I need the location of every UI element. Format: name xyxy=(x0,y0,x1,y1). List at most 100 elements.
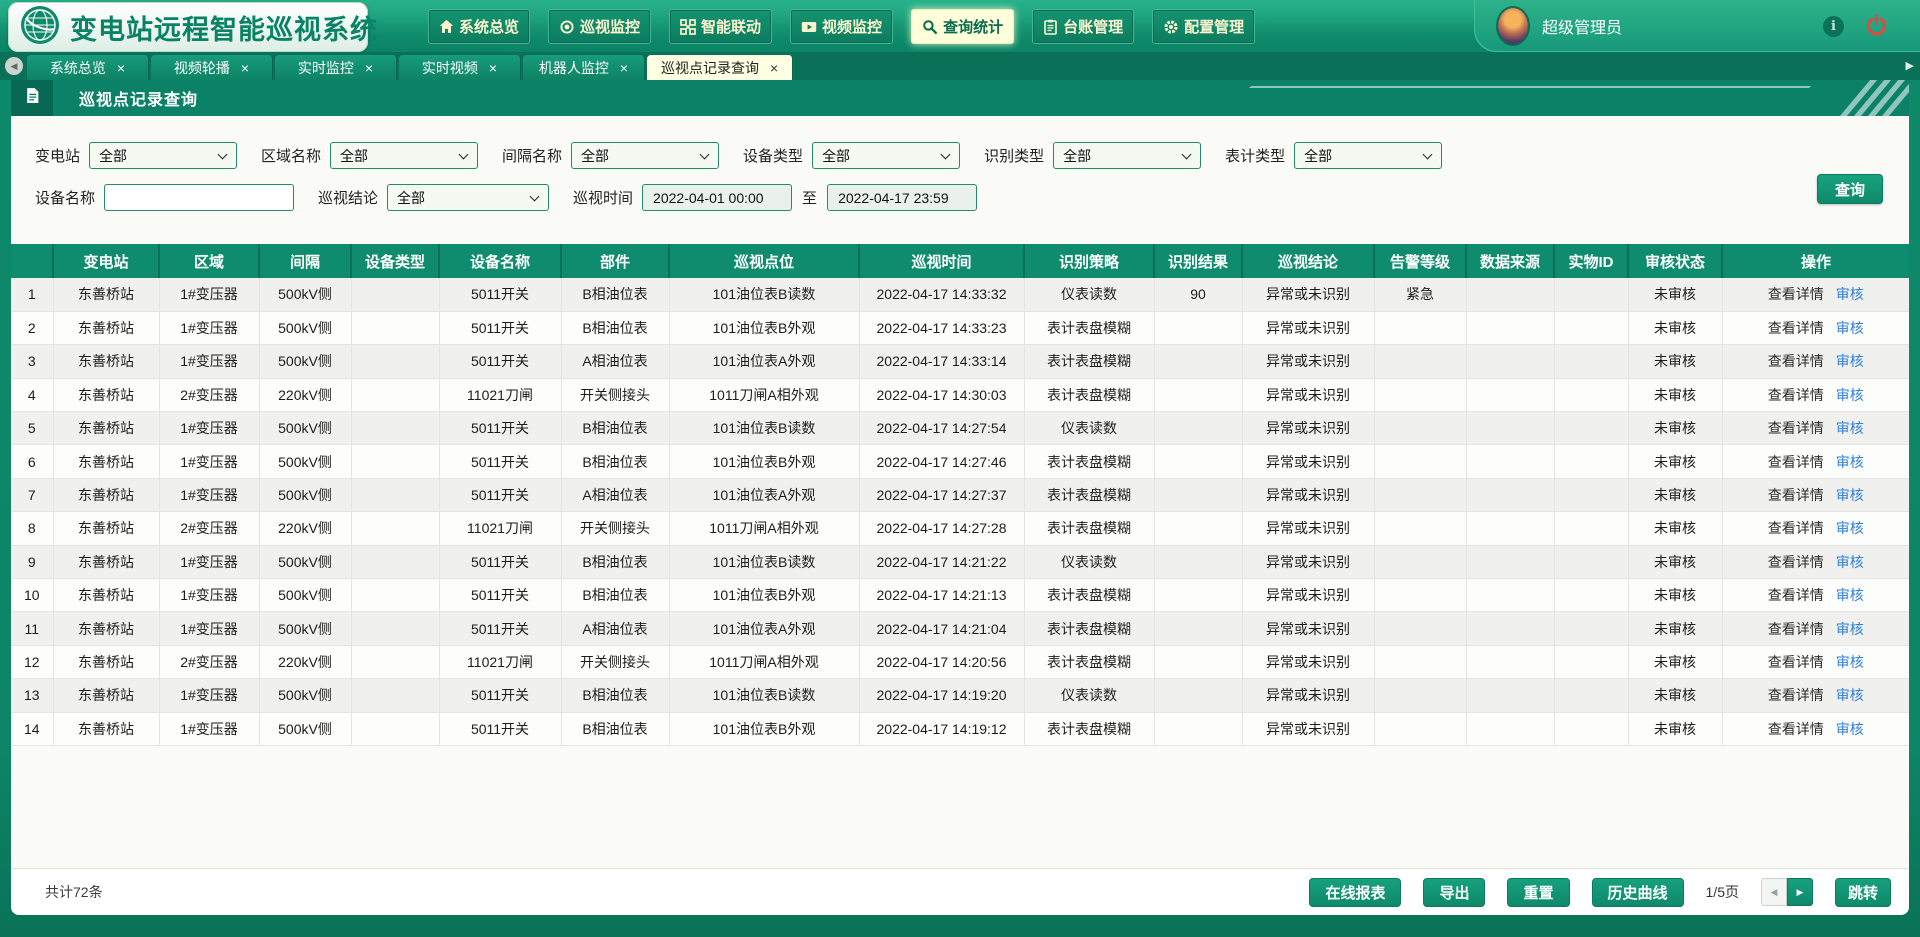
tab-scroll-left-icon[interactable]: ◀ xyxy=(5,57,23,75)
actions-cell: 查看详情审核 xyxy=(1722,412,1909,445)
tab-3[interactable]: 实时监控× xyxy=(275,55,397,80)
tab-6[interactable]: 巡视点记录查询× xyxy=(647,55,793,80)
cell: 101油位表B外观 xyxy=(669,445,859,478)
tab-scroll-right-icon[interactable]: ▶ xyxy=(1906,59,1914,72)
nav-button-6[interactable]: 台账管理 xyxy=(1032,9,1134,44)
table-row: 14东善桥站1#变压器500kV侧5011开关B相油位表101油位表B外观202… xyxy=(11,712,1909,745)
filter-select-5[interactable]: 全部 xyxy=(1053,142,1201,169)
video-icon xyxy=(801,19,817,35)
cell xyxy=(1554,345,1628,378)
cell xyxy=(351,311,439,344)
prev-page-icon[interactable]: ◀ xyxy=(1761,878,1787,906)
audit-link[interactable]: 审核 xyxy=(1836,320,1864,336)
table-row: 4东善桥站2#变压器220kV侧11021刀闸开关侧接头1011刀闸A相外观20… xyxy=(11,378,1909,411)
view-detail-link[interactable]: 查看详情 xyxy=(1768,454,1824,470)
nav-button-1[interactable]: 系统总览 xyxy=(428,9,530,44)
filter-select-4[interactable]: 全部 xyxy=(812,142,960,169)
tab-close-icon[interactable]: × xyxy=(241,61,249,75)
view-detail-link[interactable]: 查看详情 xyxy=(1768,320,1824,336)
time-from-input[interactable]: 2022-04-01 00:00 xyxy=(642,184,792,211)
table-row: 12东善桥站2#变压器220kV侧11021刀闸开关侧接头1011刀闸A相外观2… xyxy=(11,645,1909,678)
cell: B相油位表 xyxy=(561,545,669,578)
footer-button-1[interactable]: 在线报表 xyxy=(1309,878,1401,907)
tab-5[interactable]: 机器人监控 × xyxy=(523,55,645,80)
audit-link[interactable]: 审核 xyxy=(1836,387,1864,403)
nav-button-4[interactable]: 视频监控 xyxy=(790,9,893,44)
tab-1[interactable]: 系统总览× xyxy=(27,55,149,80)
time-to-input[interactable]: 2022-04-17 23:59 xyxy=(827,184,977,211)
cell: 仪表读数 xyxy=(1024,545,1154,578)
nav-button-2[interactable]: 巡视监控 xyxy=(548,9,651,44)
audit-link[interactable]: 审核 xyxy=(1836,621,1864,637)
jump-button[interactable]: 跳转 xyxy=(1835,878,1891,907)
cell: 异常或未识别 xyxy=(1242,679,1374,712)
cell xyxy=(1154,612,1242,645)
audit-link[interactable]: 审核 xyxy=(1836,721,1864,737)
tab-label: 实时视频 xyxy=(422,58,478,78)
audit-link[interactable]: 审核 xyxy=(1836,587,1864,603)
view-detail-link[interactable]: 查看详情 xyxy=(1768,420,1824,436)
tab-close-icon[interactable]: × xyxy=(117,61,125,75)
cell: 500kV侧 xyxy=(259,679,351,712)
next-page-icon[interactable]: ▶ xyxy=(1787,878,1813,906)
view-detail-link[interactable]: 查看详情 xyxy=(1768,721,1824,737)
cell: 101油位表B读数 xyxy=(669,278,859,311)
audit-link[interactable]: 审核 xyxy=(1836,353,1864,369)
search-button[interactable]: 查询 xyxy=(1817,174,1883,204)
filter-select-6[interactable]: 全部 xyxy=(1294,142,1442,169)
table-row: 9东善桥站1#变压器500kV侧5011开关B相油位表101油位表B读数2022… xyxy=(11,545,1909,578)
audit-link[interactable]: 审核 xyxy=(1836,554,1864,570)
cell xyxy=(1466,345,1554,378)
cell: 东善桥站 xyxy=(53,278,159,311)
view-detail-link[interactable]: 查看详情 xyxy=(1768,286,1824,302)
cell: 5011开关 xyxy=(439,579,561,612)
tab-close-icon[interactable]: × xyxy=(489,61,497,75)
audit-link[interactable]: 审核 xyxy=(1836,286,1864,302)
info-icon[interactable]: i xyxy=(1823,16,1844,37)
filter-select-2[interactable]: 全部 xyxy=(330,142,478,169)
tab-label: 机器人监控 xyxy=(539,58,609,78)
title-deco-line xyxy=(1207,86,1811,116)
view-detail-link[interactable]: 查看详情 xyxy=(1768,353,1824,369)
view-detail-link[interactable]: 查看详情 xyxy=(1768,654,1824,670)
nav-button-5[interactable]: 查询统计 xyxy=(911,9,1014,44)
view-detail-link[interactable]: 查看详情 xyxy=(1768,487,1824,503)
audit-link[interactable]: 审核 xyxy=(1836,420,1864,436)
tab-close-icon[interactable]: × xyxy=(620,61,628,75)
cell: 未审核 xyxy=(1628,345,1722,378)
actions-cell: 查看详情审核 xyxy=(1722,579,1909,612)
audit-link[interactable]: 审核 xyxy=(1836,520,1864,536)
tab-close-icon[interactable]: × xyxy=(770,61,778,75)
cell xyxy=(351,712,439,745)
nav-button-7[interactable]: 配置管理 xyxy=(1152,9,1255,44)
view-detail-link[interactable]: 查看详情 xyxy=(1768,554,1824,570)
tab-close-icon[interactable]: × xyxy=(365,61,373,75)
view-detail-link[interactable]: 查看详情 xyxy=(1768,621,1824,637)
audit-link[interactable]: 审核 xyxy=(1836,487,1864,503)
filter-select-1[interactable]: 全部 xyxy=(89,142,237,169)
nav-button-3[interactable]: 智能联动 xyxy=(669,9,772,44)
view-detail-link[interactable]: 查看详情 xyxy=(1768,520,1824,536)
audit-link[interactable]: 审核 xyxy=(1836,654,1864,670)
footer-button-3[interactable]: 重置 xyxy=(1507,878,1569,907)
avatar[interactable] xyxy=(1496,6,1530,46)
power-icon[interactable] xyxy=(1865,14,1888,42)
filter-select-3[interactable]: 全部 xyxy=(571,142,719,169)
main-nav: 系统总览巡视监控智能联动视频监控查询统计台账管理配置管理 xyxy=(428,9,1255,44)
footer-button-4[interactable]: 历史曲线 xyxy=(1592,878,1684,907)
tab-4[interactable]: 实时视频 × xyxy=(399,55,521,80)
footer-button-2[interactable]: 导出 xyxy=(1423,878,1485,907)
tab-2[interactable]: 视频轮播× xyxy=(151,55,273,80)
device-name-input[interactable] xyxy=(104,184,294,211)
view-detail-link[interactable]: 查看详情 xyxy=(1768,587,1824,603)
cell: 101油位表B读数 xyxy=(669,679,859,712)
view-detail-link[interactable]: 查看详情 xyxy=(1768,387,1824,403)
view-detail-link[interactable]: 查看详情 xyxy=(1768,687,1824,703)
cell: 2022-04-17 14:20:56 xyxy=(859,645,1024,678)
cell: 异常或未识别 xyxy=(1242,612,1374,645)
conclusion-select[interactable]: 全部 xyxy=(387,184,549,211)
cell: 未审核 xyxy=(1628,378,1722,411)
audit-link[interactable]: 审核 xyxy=(1836,454,1864,470)
audit-link[interactable]: 审核 xyxy=(1836,687,1864,703)
cell: 异常或未识别 xyxy=(1242,445,1374,478)
